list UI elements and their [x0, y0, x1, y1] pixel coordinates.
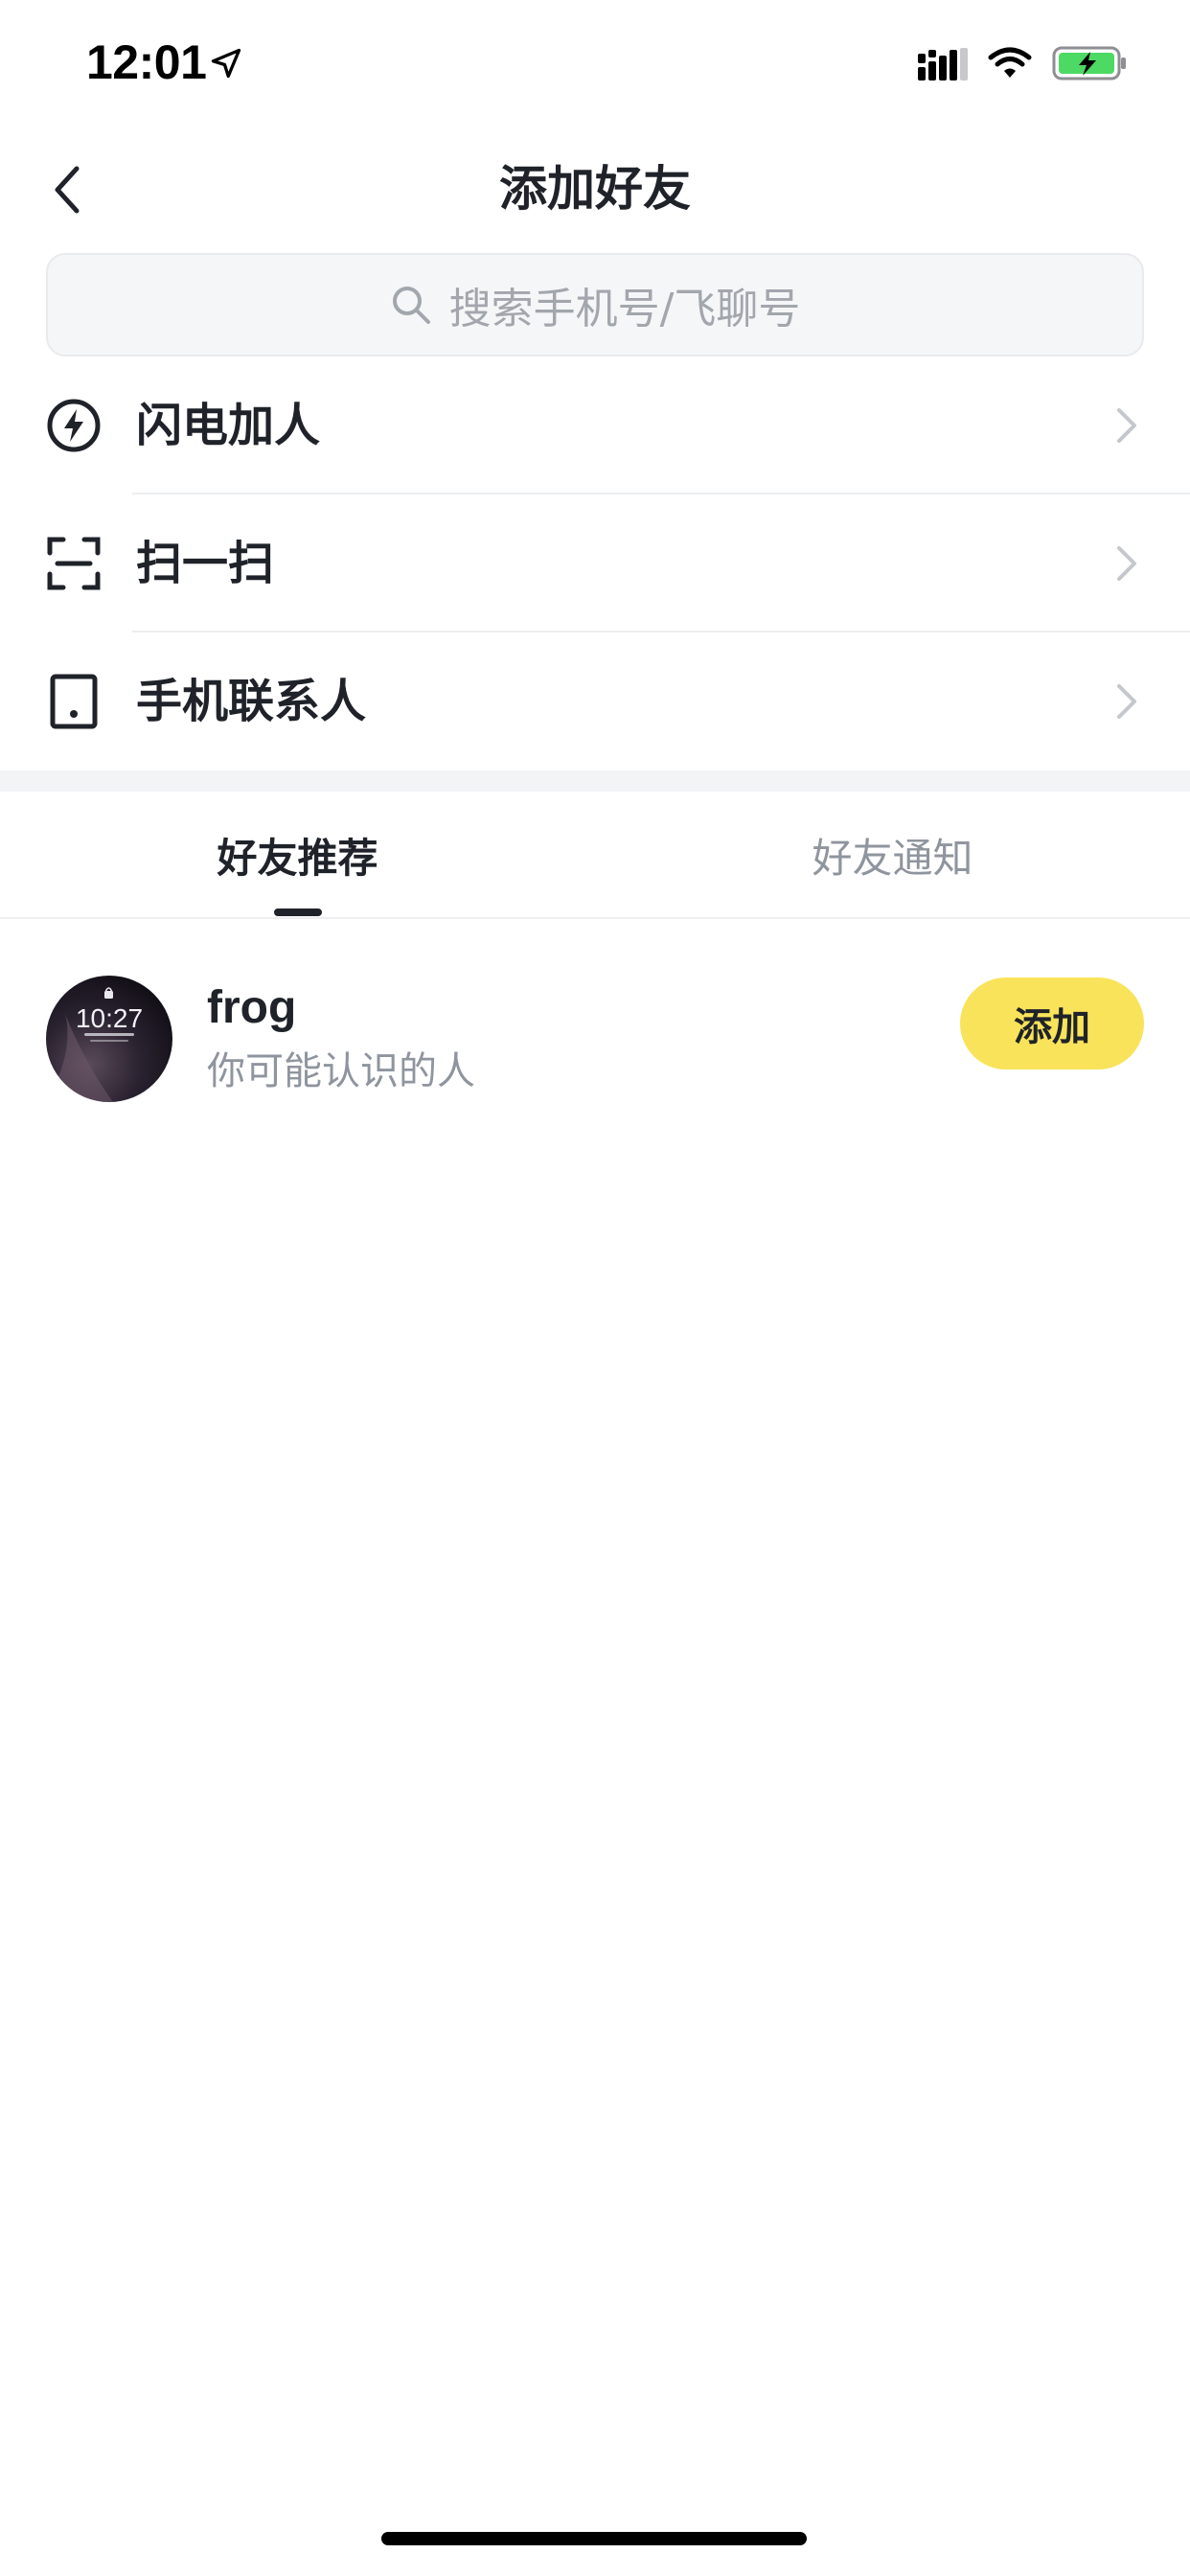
tab-bar: 好友推荐 好友通知: [0, 792, 1190, 918]
list-item[interactable]: 10:27 frog 你可能认识的人 添加: [0, 968, 1190, 1112]
search-placeholder: 搜索手机号/飞聊号: [448, 285, 801, 334]
wifi-icon: [988, 47, 1032, 78]
add-friend-button[interactable]: 添加: [960, 978, 1144, 1070]
active-tab-indicator: [274, 908, 322, 916]
divider: [0, 917, 1190, 919]
lightning-icon: [47, 399, 101, 452]
menu-item-scan[interactable]: 扫一扫: [0, 494, 1190, 632]
scan-icon: [47, 537, 101, 590]
status-time: 12:01: [86, 35, 207, 89]
menu-item-label: 闪电加人: [136, 399, 321, 452]
chevron-right-icon: [1117, 684, 1136, 719]
tab-recommendations[interactable]: 好友推荐: [0, 792, 595, 918]
status-bar: 12:01: [0, 0, 1190, 134]
chevron-right-icon: [1117, 408, 1136, 443]
battery-charging-icon: [1052, 46, 1126, 80]
phone-contacts-icon: [50, 674, 98, 729]
friend-subtitle: 你可能认识的人: [207, 1049, 475, 1093]
home-indicator[interactable]: [381, 2532, 807, 2545]
search-input[interactable]: 搜索手机号/飞聊号: [46, 253, 1144, 356]
cellular-signal-icon: [918, 48, 968, 80]
page-title: 添加好友: [499, 161, 691, 217]
menu-item-label: 扫一扫: [136, 537, 275, 590]
avatar-clock-text: 10:27: [76, 1003, 143, 1033]
location-arrow-icon: [211, 48, 241, 79]
friend-name: frog: [207, 982, 297, 1033]
tab-notifications[interactable]: 好友通知: [595, 792, 1190, 918]
menu-item-flash-add[interactable]: 闪电加人: [0, 356, 1190, 494]
add-friend-screen: 12:01 添加好友 搜索手机号/飞聊号 闪电加人 扫一扫 手机联系人 好友推荐…: [0, 0, 1190, 2576]
menu-item-label: 手机联系人: [136, 675, 367, 728]
search-icon: [392, 287, 430, 324]
avatar: 10:27: [46, 976, 172, 1102]
chevron-right-icon: [1117, 546, 1136, 581]
menu-item-phone-contacts[interactable]: 手机联系人: [0, 632, 1190, 770]
section-separator: [0, 770, 1190, 792]
